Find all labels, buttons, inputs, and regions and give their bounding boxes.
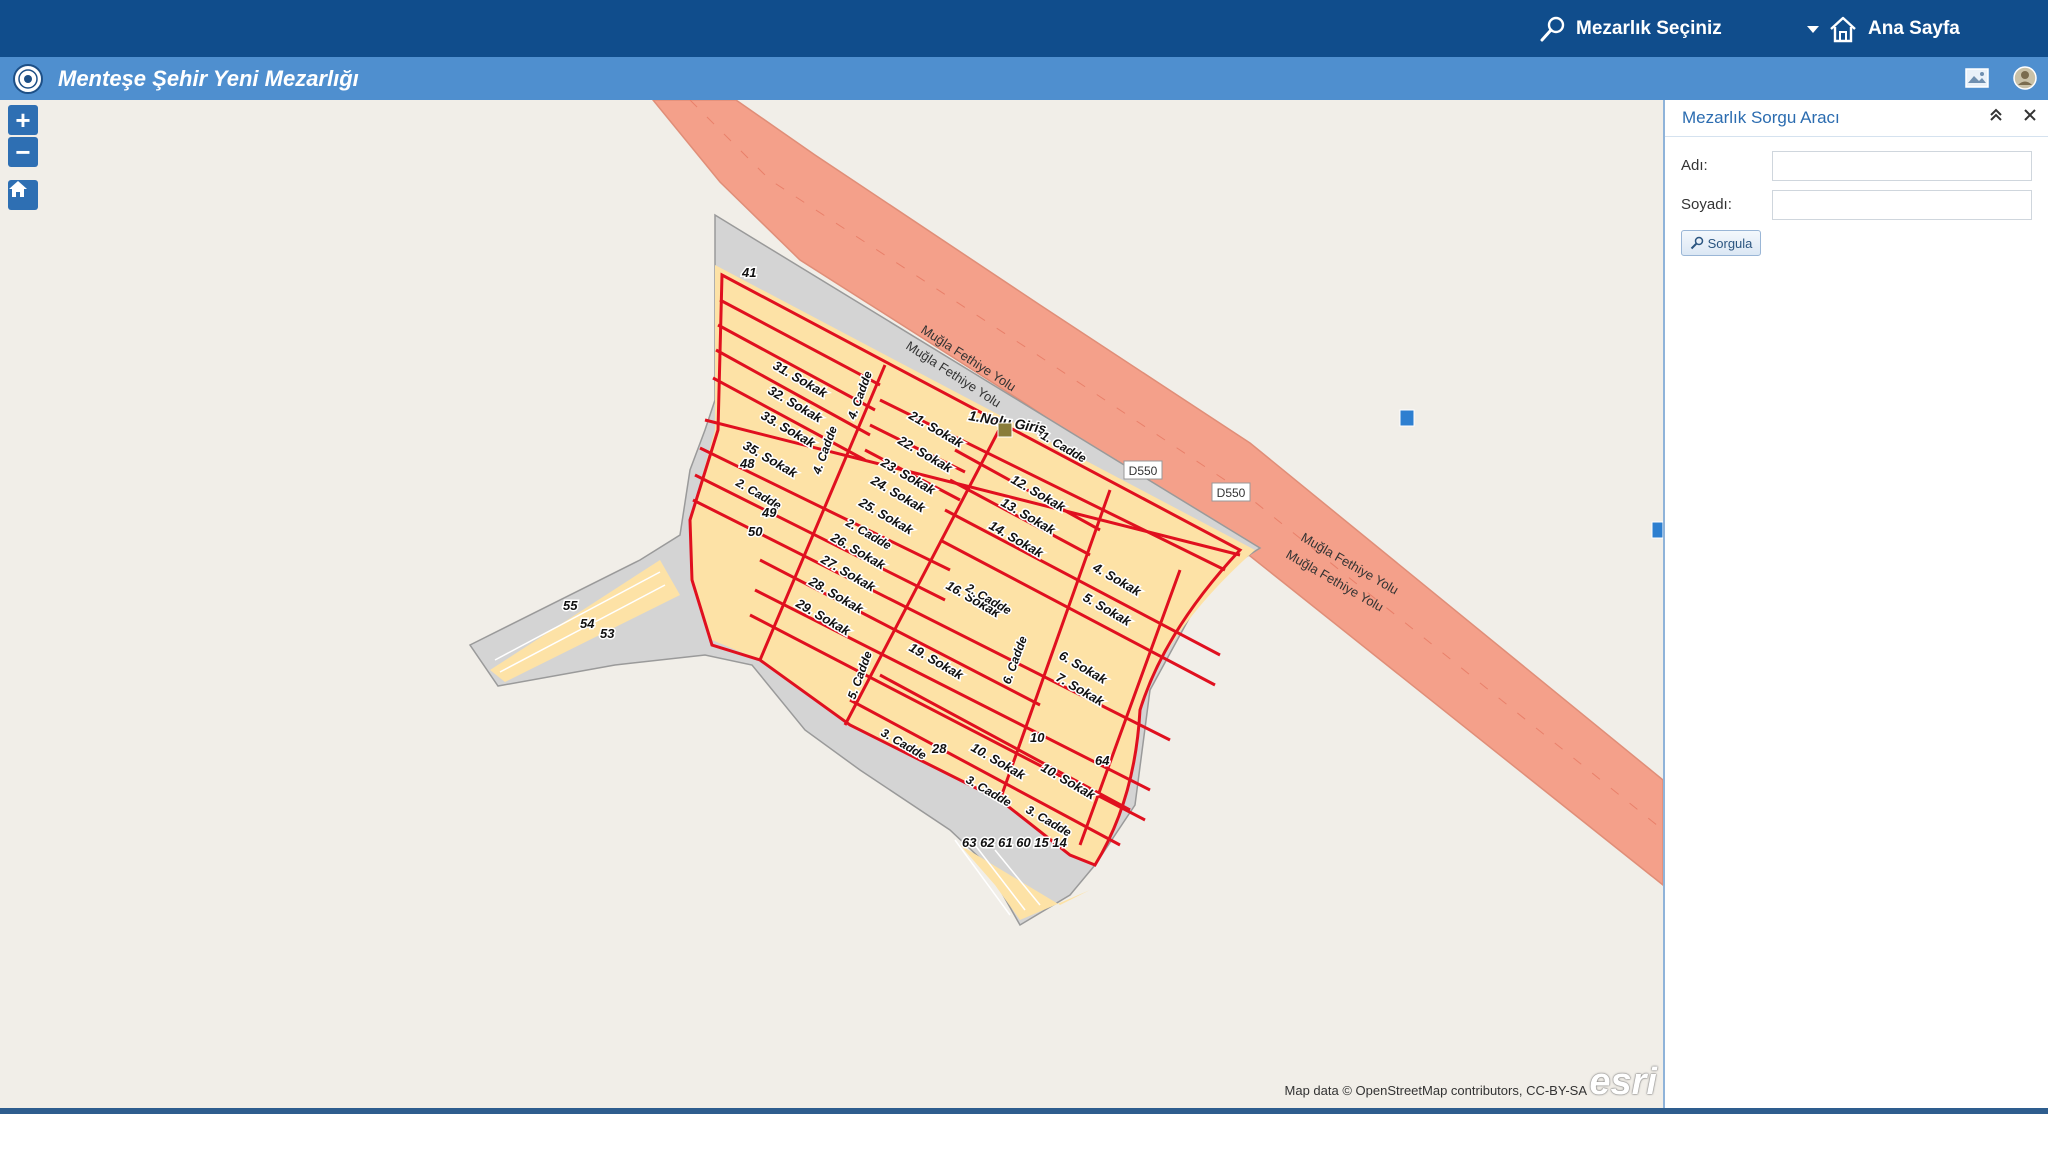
map-attribution: Map data © OpenStreetMap contributors, C… [1284,1083,1587,1098]
svg-text:D550: D550 [1217,486,1246,500]
parcel-number: 53 [600,626,615,641]
parcel-number: 63 62 61 60 15 14 [962,835,1068,850]
fuel-station-icon[interactable] [1651,521,1663,539]
search-button[interactable]: Sorgula [1681,230,1761,256]
panel-header: Mezarlık Sorgu Aracı [1665,100,2048,137]
search-button-label: Sorgula [1707,235,1753,251]
esri-logo: esri [1589,1061,1657,1103]
bottom-border [0,1108,2048,1114]
zoom-in-button[interactable]: + [8,105,38,135]
parcel-number: 54 [580,616,595,631]
close-icon [2023,108,2037,122]
map-view[interactable]: Muğla Fethiye Yolu Muğla Fethiye Yolu Mu… [0,100,1663,1108]
last-name-label: Soyadı: [1681,196,1732,213]
svg-text:D550: D550 [1129,464,1158,478]
basemap-gallery-icon[interactable] [1964,65,1990,91]
search-icon [1538,14,1568,44]
parcel-number: 28 [931,741,947,756]
cemetery-select-label: Mezarlık Seçiniz [1576,17,1722,39]
municipality-logo [12,63,44,95]
home-link[interactable]: Ana Sayfa [1828,0,1960,57]
top-bar: Mezarlık Seçiniz Ana Sayfa [0,0,2048,57]
home-extent-button[interactable] [8,180,38,210]
road-shield: D550 [1211,482,1251,502]
map-canvas[interactable]: Muğla Fethiye Yolu Muğla Fethiye Yolu Mu… [0,100,1663,1108]
app-title: Menteşe Şehir Yeni Mezarlığı [58,66,359,91]
zoom-out-button[interactable]: − [8,137,38,167]
road-shield: D550 [1123,460,1163,480]
user-avatar-icon[interactable] [2012,65,2038,91]
close-panel-button[interactable] [2019,100,2041,136]
parcel-number: 64 [1095,753,1110,768]
parcel-number: 55 [563,598,578,613]
panel-title: Mezarlık Sorgu Aracı [1682,108,1840,127]
query-panel: Mezarlık Sorgu Aracı Adı: Soyadı: Sorgul… [1663,100,2048,1108]
parcel-number: 48 [739,456,755,471]
home-label: Ana Sayfa [1868,17,1960,39]
chevron-down-icon [1806,24,1820,34]
parcel-number: 41 [741,265,756,280]
chevron-up-icon [1989,108,2003,122]
parcel-number: 50 [748,524,763,539]
first-name-input[interactable] [1772,151,2032,181]
parcel-number: 10 [1030,730,1045,745]
first-name-label: Adı: [1681,157,1708,174]
home-icon [1828,15,1858,43]
collapse-panel-button[interactable] [1985,100,2007,136]
parcel-number: 49 [761,505,777,520]
entrance-icon[interactable] [997,422,1013,438]
fuel-station-icon[interactable] [1399,409,1415,427]
search-icon [1690,236,1704,250]
last-name-input[interactable] [1772,190,2032,220]
cemetery-select-dropdown[interactable]: Mezarlık Seçiniz [1538,0,1820,57]
title-bar: Menteşe Şehir Yeni Mezarlığı [0,57,2048,100]
